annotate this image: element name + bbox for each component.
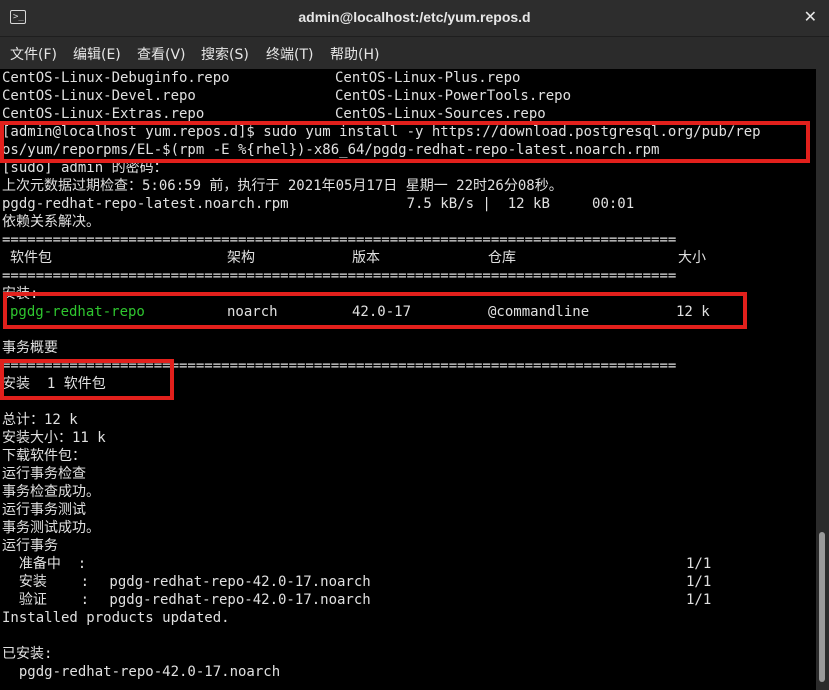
downloading-line: 下载软件包：: [2, 448, 86, 464]
header-repo: 仓库: [488, 250, 516, 266]
close-icon[interactable]: ✕: [804, 8, 817, 26]
step-detail: pgdg-redhat-repo-42.0-17.noarch: [101, 592, 371, 608]
deps-resolved-line: 依赖关系解决。: [2, 214, 100, 230]
window-title: admin@localhost:/etc/yum.repos.d: [298, 9, 531, 25]
header-arch: 架构: [227, 250, 255, 266]
scrollbar[interactable]: [816, 69, 829, 690]
separator: ========================================…: [2, 232, 677, 248]
menu-bar: 文件(F) 编辑(E) 查看(V) 搜索(S) 终端(T) 帮助(H): [0, 37, 829, 69]
repo-file: CentOS-Linux-Plus.repo: [335, 70, 521, 86]
installed-label: 已安装:: [2, 646, 53, 662]
separator: ========================================…: [2, 268, 677, 284]
step-progress: 1/1: [686, 574, 712, 590]
menu-file[interactable]: 文件(F): [10, 44, 57, 64]
total-size: 总计：12 k: [2, 412, 78, 428]
step-progress: 1/1: [686, 556, 712, 572]
transaction-check-ok: 事务检查成功。: [2, 484, 100, 500]
repo-file: CentOS-Linux-PowerTools.repo: [335, 88, 572, 104]
metadata-check-line: 上次元数据过期检查：5:06:59 前，执行于 2021年05月17日 星期一 …: [2, 178, 563, 194]
header-version: 版本: [352, 250, 380, 266]
summary-title: 事务概要: [2, 340, 58, 356]
menu-view[interactable]: 查看(V): [137, 44, 186, 64]
step-detail: pgdg-redhat-repo-42.0-17.noarch: [101, 574, 371, 590]
transaction-test-ok: 事务测试成功。: [2, 520, 100, 536]
step-progress: 1/1: [686, 592, 712, 608]
products-updated: Installed products updated.: [2, 610, 230, 626]
terminal-output[interactable]: CentOS-Linux-Debuginfo.repo CentOS-Linux…: [0, 69, 816, 690]
install-size: 安装大小：11 k: [2, 430, 106, 446]
menu-search[interactable]: 搜索(S): [201, 44, 249, 64]
step-label: 安装 :: [2, 574, 90, 590]
menu-edit[interactable]: 编辑(E): [73, 44, 121, 64]
title-bar: >_ admin@localhost:/etc/yum.repos.d ✕: [0, 0, 829, 37]
menu-terminal[interactable]: 终端(T): [266, 44, 313, 64]
scrollbar-thumb[interactable]: [819, 532, 825, 682]
transaction-check: 运行事务检查: [2, 466, 86, 482]
transaction-test: 运行事务测试: [2, 502, 86, 518]
terminal-window: >_ admin@localhost:/etc/yum.repos.d ✕ 文件…: [0, 0, 829, 690]
highlight-box-package: [3, 292, 747, 329]
download-line: pgdg-redhat-repo-latest.noarch.rpm 7.5 k…: [2, 196, 635, 212]
installed-package: pgdg-redhat-repo-42.0-17.noarch: [2, 664, 281, 680]
transaction-run: 运行事务: [2, 538, 58, 554]
step-label: 准备中 :: [2, 556, 87, 572]
header-package: 软件包: [10, 250, 52, 266]
repo-file: CentOS-Linux-Devel.repo: [2, 88, 196, 104]
menu-help[interactable]: 帮助(H): [330, 44, 379, 64]
repo-file: CentOS-Linux-Debuginfo.repo: [2, 70, 230, 86]
step-label: 验证 :: [2, 592, 90, 608]
highlight-box-summary: [0, 359, 174, 400]
highlight-box-command: [0, 121, 810, 163]
header-size: 大小: [678, 250, 706, 266]
